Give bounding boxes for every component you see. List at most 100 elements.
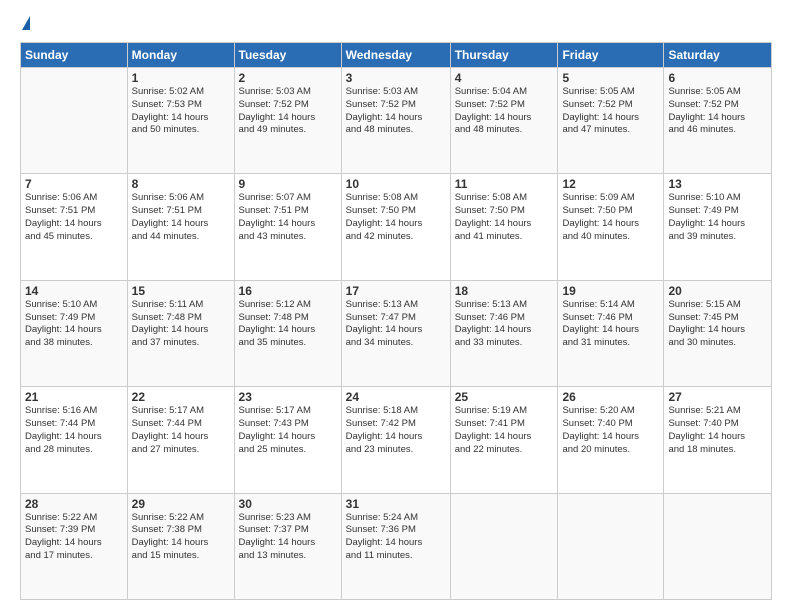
day-number: 5 [562, 71, 659, 85]
daylight-line1: Daylight: 14 hours [346, 112, 423, 123]
day-cell: 30Sunrise: 5:23 AMSunset: 7:37 PMDayligh… [234, 493, 341, 599]
daylight-line2: and 25 minutes. [239, 444, 307, 455]
sunset-text: Sunset: 7:48 PM [132, 312, 202, 323]
day-info: Sunrise: 5:11 AMSunset: 7:48 PMDaylight:… [132, 299, 230, 350]
day-info: Sunrise: 5:17 AMSunset: 7:44 PMDaylight:… [132, 405, 230, 456]
sunrise-text: Sunrise: 5:17 AM [132, 405, 204, 416]
sunset-text: Sunset: 7:52 PM [562, 99, 632, 110]
sunrise-text: Sunrise: 5:10 AM [668, 192, 740, 203]
day-cell: 23Sunrise: 5:17 AMSunset: 7:43 PMDayligh… [234, 387, 341, 493]
day-cell: 10Sunrise: 5:08 AMSunset: 7:50 PMDayligh… [341, 174, 450, 280]
day-cell: 14Sunrise: 5:10 AMSunset: 7:49 PMDayligh… [21, 280, 128, 386]
day-cell [21, 68, 128, 174]
sunset-text: Sunset: 7:46 PM [562, 312, 632, 323]
col-header-monday: Monday [127, 43, 234, 68]
day-cell [664, 493, 772, 599]
sunset-text: Sunset: 7:44 PM [132, 418, 202, 429]
day-number: 10 [346, 177, 446, 191]
day-info: Sunrise: 5:04 AMSunset: 7:52 PMDaylight:… [455, 86, 554, 137]
day-cell: 29Sunrise: 5:22 AMSunset: 7:38 PMDayligh… [127, 493, 234, 599]
daylight-line1: Daylight: 14 hours [562, 431, 639, 442]
daylight-line2: and 40 minutes. [562, 231, 630, 242]
sunset-text: Sunset: 7:49 PM [668, 205, 738, 216]
daylight-line2: and 11 minutes. [346, 550, 413, 561]
sunset-text: Sunset: 7:51 PM [132, 205, 202, 216]
day-number: 22 [132, 390, 230, 404]
sunset-text: Sunset: 7:51 PM [25, 205, 95, 216]
sunrise-text: Sunrise: 5:12 AM [239, 299, 311, 310]
sunset-text: Sunset: 7:52 PM [239, 99, 309, 110]
sunset-text: Sunset: 7:52 PM [668, 99, 738, 110]
day-number: 26 [562, 390, 659, 404]
daylight-line1: Daylight: 14 hours [668, 324, 745, 335]
daylight-line2: and 45 minutes. [25, 231, 93, 242]
sunset-text: Sunset: 7:40 PM [668, 418, 738, 429]
day-info: Sunrise: 5:10 AM Sunset: 7:49 PM Daylight:… [668, 192, 767, 243]
daylight-line2: and 37 minutes. [132, 337, 200, 348]
day-cell: 17Sunrise: 5:13 AMSunset: 7:47 PMDayligh… [341, 280, 450, 386]
sunrise-text: Sunrise: 5:17 AM [239, 405, 311, 416]
daylight-line2: and 49 minutes. [239, 124, 307, 135]
daylight-line1: Daylight: 14 hours [25, 537, 102, 548]
day-number: 1 [132, 71, 230, 85]
day-cell: 27Sunrise: 5:21 AMSunset: 7:40 PMDayligh… [664, 387, 772, 493]
day-info: Sunrise: 5:05 AMSunset: 7:52 PMDaylight:… [562, 86, 659, 137]
day-cell: 24Sunrise: 5:18 AMSunset: 7:42 PMDayligh… [341, 387, 450, 493]
day-info: Sunrise: 5:15 AMSunset: 7:45 PMDaylight:… [668, 299, 767, 350]
day-cell: 5Sunrise: 5:05 AMSunset: 7:52 PMDaylight… [558, 68, 664, 174]
sunset-text: Sunset: 7:50 PM [346, 205, 416, 216]
sunrise-text: Sunrise: 5:09 AM [562, 192, 634, 203]
daylight-line2: and 43 minutes. [239, 231, 307, 242]
day-cell: 20Sunrise: 5:15 AMSunset: 7:45 PMDayligh… [664, 280, 772, 386]
daylight-line2: and 15 minutes. [132, 550, 200, 561]
daylight-line2: and 34 minutes. [346, 337, 414, 348]
day-cell: 31Sunrise: 5:24 AMSunset: 7:36 PMDayligh… [341, 493, 450, 599]
day-number: 9 [239, 177, 337, 191]
daylight-line2: and 39 minutes. [668, 231, 736, 242]
day-number: 19 [562, 284, 659, 298]
col-header-tuesday: Tuesday [234, 43, 341, 68]
sunrise-text: Sunrise: 5:02 AM [132, 86, 204, 97]
day-info: Sunrise: 5:08 AMSunset: 7:50 PMDaylight:… [455, 192, 554, 243]
sunrise-text: Sunrise: 5:03 AM [239, 86, 311, 97]
daylight-line1: Daylight: 14 hours [668, 112, 745, 123]
day-number: 15 [132, 284, 230, 298]
day-cell: 15Sunrise: 5:11 AMSunset: 7:48 PMDayligh… [127, 280, 234, 386]
daylight-line1: Daylight: 14 hours [455, 112, 532, 123]
day-info: Sunrise: 5:16 AMSunset: 7:44 PMDaylight:… [25, 405, 123, 456]
sunrise-text: Sunrise: 5:22 AM [132, 512, 204, 523]
sunrise-text: Sunrise: 5:19 AM [455, 405, 527, 416]
sunrise-text: Sunrise: 5:08 AM [455, 192, 527, 203]
sunrise-text: Sunrise: 5:14 AM [562, 299, 634, 310]
sunset-text: Sunset: 7:41 PM [455, 418, 525, 429]
sunrise-text: Sunrise: 5:13 AM [455, 299, 527, 310]
sunrise-text: Sunrise: 5:10 AM [25, 299, 97, 310]
sunrise-text: Sunrise: 5:06 AM [132, 192, 204, 203]
sunrise-text: Sunrise: 5:24 AM [346, 512, 418, 523]
daylight-line2: and 47 minutes. [562, 124, 630, 135]
daylight-line1: Daylight: 14 hours [346, 218, 423, 229]
day-cell: 8Sunrise: 5:06 AMSunset: 7:51 PMDaylight… [127, 174, 234, 280]
sunrise-text: Sunrise: 5:23 AM [239, 512, 311, 523]
daylight-line2: and 22 minutes. [455, 444, 523, 455]
sunset-text: Sunset: 7:49 PM [25, 312, 95, 323]
logo-triangle-icon [22, 16, 30, 30]
day-cell: 22Sunrise: 5:17 AMSunset: 7:44 PMDayligh… [127, 387, 234, 493]
daylight-line2: and 20 minutes. [562, 444, 630, 455]
day-cell: 1Sunrise: 5:02 AMSunset: 7:53 PMDaylight… [127, 68, 234, 174]
daylight-line1: Daylight: 14 hours [25, 218, 102, 229]
col-header-sunday: Sunday [21, 43, 128, 68]
day-cell: 4Sunrise: 5:04 AMSunset: 7:52 PMDaylight… [450, 68, 558, 174]
daylight-line1: Daylight: 14 hours [668, 218, 745, 229]
day-number: 11 [455, 177, 554, 191]
sunrise-text: Sunrise: 5:04 AM [455, 86, 527, 97]
daylight-line2: and 18 minutes. [668, 444, 736, 455]
daylight-line1: Daylight: 14 hours [346, 537, 423, 548]
day-number: 2 [239, 71, 337, 85]
daylight-line2: and 30 minutes. [668, 337, 736, 348]
daylight-line1: Daylight: 14 hours [346, 431, 423, 442]
sunset-text: Sunset: 7:53 PM [132, 99, 202, 110]
day-info: Sunrise: 5:23 AMSunset: 7:37 PMDaylight:… [239, 512, 337, 563]
sunrise-text: Sunrise: 5:11 AM [132, 299, 204, 310]
day-cell [558, 493, 664, 599]
